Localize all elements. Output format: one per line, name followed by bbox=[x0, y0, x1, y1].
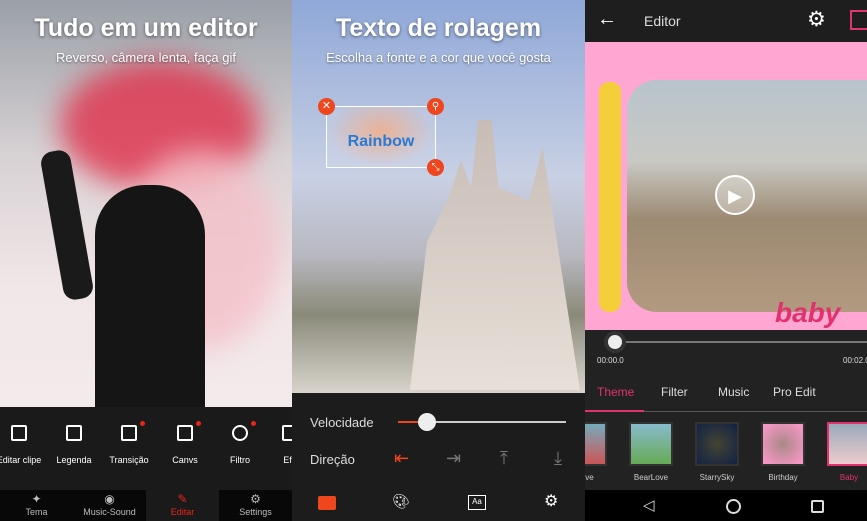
time-end: 00:02.0 bbox=[843, 356, 867, 365]
header-title: Editor bbox=[644, 13, 681, 29]
tool-transition[interactable]: Transição bbox=[101, 421, 157, 465]
rainbow-text-sticker[interactable]: Rainbow bbox=[326, 106, 436, 168]
play-button[interactable]: ▶ bbox=[715, 175, 755, 215]
nav-tema[interactable]: ✦ Tema bbox=[0, 490, 73, 521]
tool-filter[interactable]: Filtro bbox=[212, 421, 268, 465]
tool-label: Efe bbox=[283, 455, 292, 465]
tab-filter[interactable]: Filter bbox=[661, 385, 688, 399]
nav-editar[interactable]: ✎ Editar bbox=[146, 490, 219, 521]
export-icon[interactable] bbox=[850, 10, 867, 30]
font-icon[interactable]: Aa bbox=[468, 495, 486, 510]
hooded-person bbox=[95, 185, 205, 410]
tab-theme[interactable]: Theme bbox=[597, 385, 634, 399]
tool-label: Editar clipe bbox=[0, 455, 42, 465]
nav-label: Tema bbox=[25, 507, 48, 517]
magic-icon: ✦ bbox=[31, 492, 42, 506]
new-badge bbox=[140, 421, 145, 426]
theme-label: BearLove bbox=[633, 473, 669, 482]
back-icon[interactable]: ◁ bbox=[643, 496, 655, 514]
promo-subtitle: Escolha a fonte e a cor que você gosta bbox=[326, 50, 551, 65]
theme-thumb-starrysky[interactable] bbox=[695, 422, 739, 466]
nav-label: Editar bbox=[170, 507, 195, 517]
nav-music-sound[interactable]: ◉ Music-Sound bbox=[73, 490, 146, 521]
giraffe-sticker bbox=[599, 82, 621, 312]
promo-title: Tudo em um editor bbox=[34, 14, 258, 42]
theme-thumb-love[interactable] bbox=[585, 422, 607, 466]
timeline-thumb[interactable] bbox=[607, 335, 622, 349]
theme-label: Baby bbox=[839, 473, 859, 482]
eraser-icon: ✎ bbox=[177, 492, 188, 506]
delete-sticker-icon[interactable]: ✕ bbox=[318, 98, 335, 115]
resize-sticker-icon[interactable]: ⤡ bbox=[427, 159, 444, 176]
nav-label: Settings bbox=[239, 507, 272, 517]
editor-promo-panel: Tudo em um editor Reverso, câmera lenta,… bbox=[0, 0, 292, 521]
font-icon-text: Aa bbox=[472, 497, 482, 506]
new-badge bbox=[251, 421, 256, 426]
gear-icon[interactable]: ⚙ bbox=[807, 7, 826, 32]
gear-icon[interactable]: ⚙ bbox=[544, 491, 558, 511]
home-icon[interactable] bbox=[726, 499, 741, 514]
tool-effect[interactable]: Efe bbox=[262, 425, 292, 465]
tab-music[interactable]: Music bbox=[718, 385, 749, 399]
tool-canvas[interactable]: Canvs bbox=[157, 421, 213, 465]
theme-label: Love bbox=[585, 473, 594, 482]
gear-icon: ⚙ bbox=[250, 492, 261, 506]
scroll-text-panel: Texto de rolagem Escolha a fonte e a cor… bbox=[292, 0, 585, 521]
transition-icon bbox=[121, 425, 137, 441]
new-badge bbox=[196, 421, 201, 426]
back-arrow-icon[interactable]: ← bbox=[597, 8, 617, 31]
theme-thumb-baby[interactable] bbox=[827, 422, 867, 466]
theme-label: Birthday bbox=[768, 473, 798, 482]
tool-label: Transição bbox=[109, 455, 149, 465]
tab-pro-edit[interactable]: Pro Edit bbox=[773, 385, 816, 399]
promo-subtitle: Reverso, câmera lenta, faça gif bbox=[56, 50, 236, 65]
video-preview: ▶ baby bbox=[585, 42, 867, 330]
direction-left-icon[interactable]: ⇤ bbox=[394, 448, 409, 469]
nav-label: Music-Sound bbox=[83, 507, 136, 517]
tab-indicator bbox=[585, 410, 644, 412]
tool-label: Filtro bbox=[230, 455, 250, 465]
theme-thumb-birthday[interactable] bbox=[761, 422, 805, 466]
sticker-text: Rainbow bbox=[347, 133, 415, 150]
palette-icon[interactable]: 🎨︎ bbox=[392, 493, 410, 510]
theme-thumb-bearlove[interactable] bbox=[629, 422, 673, 466]
effect-icon bbox=[282, 425, 292, 441]
canvas-icon bbox=[177, 425, 193, 441]
tool-caption[interactable]: Legenda bbox=[46, 425, 102, 465]
direction-right-icon[interactable]: ⇥ bbox=[446, 448, 461, 469]
theme-editor-panel: ← Editor ⚙ ▶ baby 00:00.0 00:02.0 Theme … bbox=[585, 0, 867, 521]
speed-slider[interactable] bbox=[398, 413, 566, 431]
tool-label: Legenda bbox=[56, 455, 92, 465]
tool-label: Canvs bbox=[172, 455, 198, 465]
raised-arm bbox=[39, 148, 95, 302]
theme-label: StarrySky bbox=[699, 473, 735, 482]
text-style-icon[interactable] bbox=[318, 496, 336, 510]
promo-title: Texto de rolagem bbox=[335, 14, 542, 42]
music-icon: ◉ bbox=[104, 492, 115, 506]
edit-icon bbox=[11, 425, 27, 441]
speed-slider-thumb[interactable] bbox=[417, 413, 436, 431]
direction-label: Direção bbox=[310, 452, 355, 467]
filter-icon bbox=[232, 425, 248, 441]
baby-overlay: baby bbox=[775, 297, 841, 328]
time-start: 00:00.0 bbox=[597, 356, 624, 365]
pin-sticker-icon[interactable]: ⚲ bbox=[427, 98, 444, 115]
speed-label: Velocidade bbox=[310, 415, 374, 430]
timeline-slider[interactable] bbox=[607, 335, 867, 349]
text-icon bbox=[66, 425, 82, 441]
direction-down-icon[interactable]: ⤓ bbox=[554, 448, 562, 469]
nav-settings[interactable]: ⚙ Settings bbox=[219, 490, 292, 521]
tool-edit-clip[interactable]: Editar clipe bbox=[0, 425, 47, 465]
recents-icon[interactable] bbox=[811, 500, 824, 513]
direction-up-icon[interactable]: ⤒ bbox=[500, 448, 508, 469]
